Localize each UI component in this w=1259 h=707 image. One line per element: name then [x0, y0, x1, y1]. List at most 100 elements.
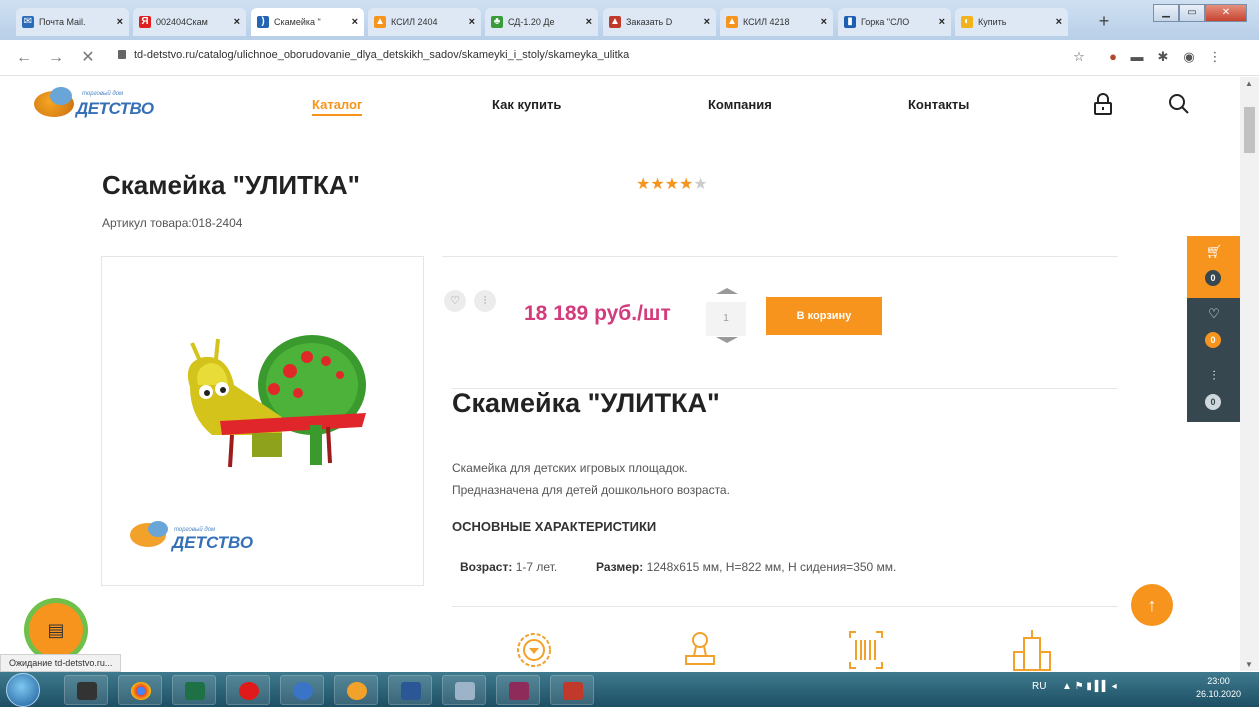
browser-tab[interactable]: ▲ КСИЛ 2404 ×: [368, 8, 481, 36]
tab-close-icon[interactable]: ×: [821, 16, 827, 28]
tab-title: КСИЛ 4218: [743, 17, 790, 27]
browser-tab[interactable]: ♣ СД-1.20 Де ×: [485, 8, 598, 36]
add-to-compare-icon[interactable]: ⫶: [474, 290, 496, 312]
stop-icon[interactable]: ✕: [78, 48, 98, 68]
tab-favicon-icon: ): [257, 16, 269, 28]
tab-title: 002404Скам: [156, 17, 208, 27]
scrollbar-thumb[interactable]: [1244, 107, 1255, 153]
window-controls: ▁ ▭ ✕: [1153, 4, 1247, 22]
browser-tab[interactable]: ✉ Почта Mail. ×: [16, 8, 129, 36]
taskbar-app[interactable]: [334, 675, 378, 705]
floating-order-button[interactable]: ▤: [24, 598, 88, 662]
tab-favicon-icon: ♣: [491, 16, 503, 28]
rating-star-icon[interactable]: ★: [665, 176, 679, 193]
cart-icon: 🛒︎: [1205, 244, 1223, 259]
tab-close-icon[interactable]: ×: [1056, 16, 1062, 28]
tab-title: СД-1.20 Де: [508, 17, 555, 27]
nav-how-to-buy[interactable]: Как купить: [492, 97, 561, 112]
extensions-puzzle-icon[interactable]: ✱: [1154, 48, 1172, 66]
taskbar-winrar[interactable]: [496, 675, 540, 705]
nav-company[interactable]: Компания: [708, 97, 772, 112]
language-indicator[interactable]: RU: [1032, 681, 1046, 692]
profile-icon[interactable]: ◉: [1180, 48, 1198, 66]
product-image[interactable]: торговый дом ДЕТСТВО: [101, 256, 424, 586]
rating-star-icon[interactable]: ★: [650, 176, 664, 193]
stamp-icon: [685, 632, 715, 665]
tab-close-icon[interactable]: ×: [586, 16, 592, 28]
product-description-line: Скамейка для детских игровых площадок.: [452, 461, 688, 475]
snail-bench-picture: торговый дом ДЕТСТВО: [130, 335, 366, 552]
tab-favicon-icon: ◐: [961, 16, 973, 28]
taskbar-word[interactable]: [388, 675, 432, 705]
browser-tab[interactable]: ◐ Купить ×: [955, 8, 1068, 36]
taskbar-calculator[interactable]: [442, 675, 486, 705]
bookmark-star-icon[interactable]: ☆: [1070, 48, 1088, 66]
rating-star-icon[interactable]: ★: [693, 176, 707, 193]
start-button[interactable]: [6, 673, 40, 707]
extension-icon[interactable]: ▬: [1128, 48, 1146, 66]
extension-icon[interactable]: ●: [1104, 48, 1122, 66]
tab-favicon-icon: ✉: [22, 16, 34, 28]
tab-close-icon[interactable]: ×: [352, 16, 358, 28]
site-logo[interactable]: торговый дом ДЕТСТВО: [32, 83, 154, 123]
taskbar-app[interactable]: [550, 675, 594, 705]
back-icon[interactable]: ←: [14, 48, 34, 68]
favorites-count: 0: [1205, 332, 1221, 348]
spec-size: Размер: 1248х615 мм, Н=822 мм, Н сидения…: [596, 560, 897, 574]
new-tab-button[interactable]: +: [1094, 12, 1114, 32]
side-cart-button[interactable]: 🛒︎ 0: [1187, 236, 1240, 298]
browser-tab[interactable]: Я 002404Скам ×: [133, 8, 246, 36]
compare-icon: ⫶: [1212, 368, 1216, 383]
nav-contacts[interactable]: Контакты: [908, 97, 969, 112]
quality-seal-icon: [517, 633, 551, 667]
taskbar-app[interactable]: [64, 675, 108, 705]
qty-decrease-button[interactable]: [716, 337, 738, 343]
taskbar-opera[interactable]: [226, 675, 270, 705]
tray-icons[interactable]: ▲ ⚑ ▮ ▌▌ ◂: [1062, 681, 1117, 692]
page-scrollbar[interactable]: ▲ ▼: [1240, 77, 1259, 671]
rating-star-icon[interactable]: ★: [636, 176, 650, 193]
divider: [452, 606, 1118, 607]
taskbar-chrome[interactable]: [118, 675, 162, 705]
tab-close-icon[interactable]: ×: [234, 16, 240, 28]
divider: [442, 256, 1118, 257]
cart-count: 0: [1205, 270, 1221, 286]
taskbar-app[interactable]: [280, 675, 324, 705]
tab-favicon-icon: Я: [139, 16, 151, 28]
product-heading: Скамейка "УЛИТКА": [452, 388, 720, 418]
taskbar-excel[interactable]: [172, 675, 216, 705]
browser-tab[interactable]: ) Скамейка " ×: [251, 8, 364, 36]
clock[interactable]: 23:00 26.10.2020: [1196, 675, 1241, 701]
browser-tab[interactable]: ▲ Заказать D ×: [603, 8, 716, 36]
side-compare-button[interactable]: ⫶ 0: [1187, 360, 1240, 422]
tab-title: Скамейка ": [274, 17, 321, 27]
tab-close-icon[interactable]: ×: [704, 16, 710, 28]
maximize-button[interactable]: ▭: [1179, 4, 1205, 22]
close-window-button[interactable]: ✕: [1205, 4, 1247, 22]
scroll-to-top-button[interactable]: ↑: [1131, 584, 1173, 626]
forward-icon[interactable]: →: [46, 48, 66, 68]
browser-tab[interactable]: ▮ Горка "СЛО ×: [838, 8, 951, 36]
tab-strip: ✉ Почта Mail. × Я 002404Скам ×) Скамейка " × ▲ КС…: [0, 0, 1259, 40]
tab-favicon-icon: ▲: [726, 16, 738, 28]
barcode-icon: [849, 631, 883, 669]
tab-favicon-icon: ▲: [609, 16, 621, 28]
side-favorites-button[interactable]: ♡ 0: [1187, 298, 1240, 360]
add-to-cart-button[interactable]: В корзину: [766, 297, 882, 335]
tab-close-icon[interactable]: ×: [469, 16, 475, 28]
browser-tab[interactable]: ▲ КСИЛ 4218 ×: [720, 8, 833, 36]
browser-menu-icon[interactable]: ⋮: [1206, 48, 1224, 66]
quantity-input[interactable]: 1: [706, 302, 746, 336]
url-field[interactable]: td-detstvo.ru/catalog/ulichnoe_oborudova…: [118, 49, 629, 61]
product-price: 18 189 руб./шт: [524, 302, 671, 325]
tab-close-icon[interactable]: ×: [117, 16, 123, 28]
nav-catalog[interactable]: Каталог: [312, 97, 363, 116]
add-to-favorites-icon[interactable]: ♡: [444, 290, 466, 312]
tab-close-icon[interactable]: ×: [939, 16, 945, 28]
qty-increase-button[interactable]: [716, 288, 738, 294]
search-icon[interactable]: [1166, 91, 1192, 117]
lock-icon[interactable]: [1090, 91, 1116, 117]
site-header: торговый дом ДЕТСТВО Каталог Как купить …: [0, 77, 1240, 137]
minimize-button[interactable]: ▁: [1153, 4, 1179, 22]
rating-star-icon[interactable]: ★: [679, 176, 693, 193]
